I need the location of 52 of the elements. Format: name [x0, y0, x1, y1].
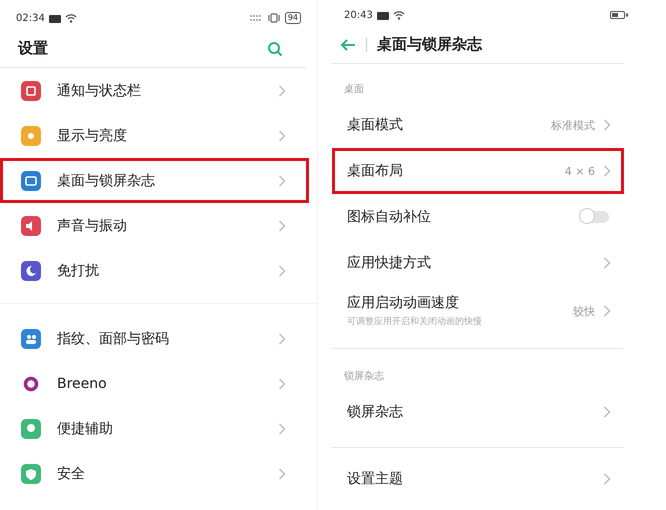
section-label: 锁屏杂志 [343, 370, 385, 384]
battery-icon [610, 10, 630, 20]
settings-item[interactable]: 图标自动补位 [332, 194, 624, 240]
chevron-icon [603, 406, 611, 418]
chevron-icon [278, 84, 286, 96]
item-description: 可调整应用开启和关闭动画的快慢 [347, 316, 483, 328]
settings-item[interactable]: Breeno [0, 361, 309, 406]
chevron-icon [278, 174, 286, 186]
item-value: 标准模式 [551, 118, 595, 132]
settings-item[interactable]: 设置主题 [332, 456, 624, 502]
search-icon[interactable] [267, 40, 283, 56]
chevron-icon [278, 378, 286, 390]
item-value: 4 × 6 [564, 164, 595, 178]
settings-item[interactable]: 通知与状态栏 [0, 68, 309, 113]
back-arrow-icon[interactable] [340, 38, 356, 52]
status-time: 02:34 [16, 12, 45, 24]
notification-icon [48, 14, 61, 22]
chevron-icon [278, 422, 286, 434]
chevron-icon [278, 264, 286, 276]
chevron-icon [603, 305, 611, 317]
settings-item[interactable]: 便捷辅助 [0, 406, 309, 451]
page-title: 设置 [18, 39, 48, 58]
item-value: 较快 [573, 304, 595, 318]
chevron-icon [278, 468, 286, 480]
settings-item[interactable]: 声音与振动 [0, 203, 309, 248]
notification-icon [376, 10, 389, 20]
chevron-icon [278, 220, 286, 232]
toggle-switch[interactable] [581, 211, 609, 223]
battery-level: 94 [284, 12, 301, 24]
settings-item[interactable]: 安全 [0, 451, 309, 496]
chevron-icon [278, 130, 286, 142]
chevron-icon [603, 165, 611, 177]
chevron-icon [603, 257, 611, 269]
settings-item[interactable]: 指纹、面部与密码 [0, 316, 309, 361]
settings-item[interactable]: 桌面模式 标准模式 [332, 102, 624, 148]
settings-item[interactable]: 桌面布局 4 × 6 [332, 148, 624, 194]
section-label: 桌面 [343, 82, 365, 97]
status-time: 20:43 [344, 10, 373, 20]
signal-icon [248, 13, 263, 23]
settings-item[interactable]: 显示与亮度 [0, 113, 309, 158]
settings-item[interactable]: 桌面与锁屏杂志 [0, 158, 309, 203]
vibrate-icon [266, 13, 281, 23]
chevron-icon [603, 473, 611, 485]
wifi-icon [392, 10, 405, 20]
chevron-icon [603, 119, 611, 131]
settings-item[interactable]: 免打扰 [0, 248, 309, 293]
wifi-icon [64, 13, 77, 23]
page-title: 桌面与锁屏杂志 [377, 35, 482, 54]
settings-item[interactable]: 应用快捷方式 [332, 240, 624, 286]
chevron-icon [278, 332, 286, 344]
settings-item[interactable]: 应用启动动画速度 可调整应用开启和关闭动画的快慢 较快 [332, 286, 624, 336]
settings-item[interactable]: 锁屏杂志 [332, 389, 624, 435]
